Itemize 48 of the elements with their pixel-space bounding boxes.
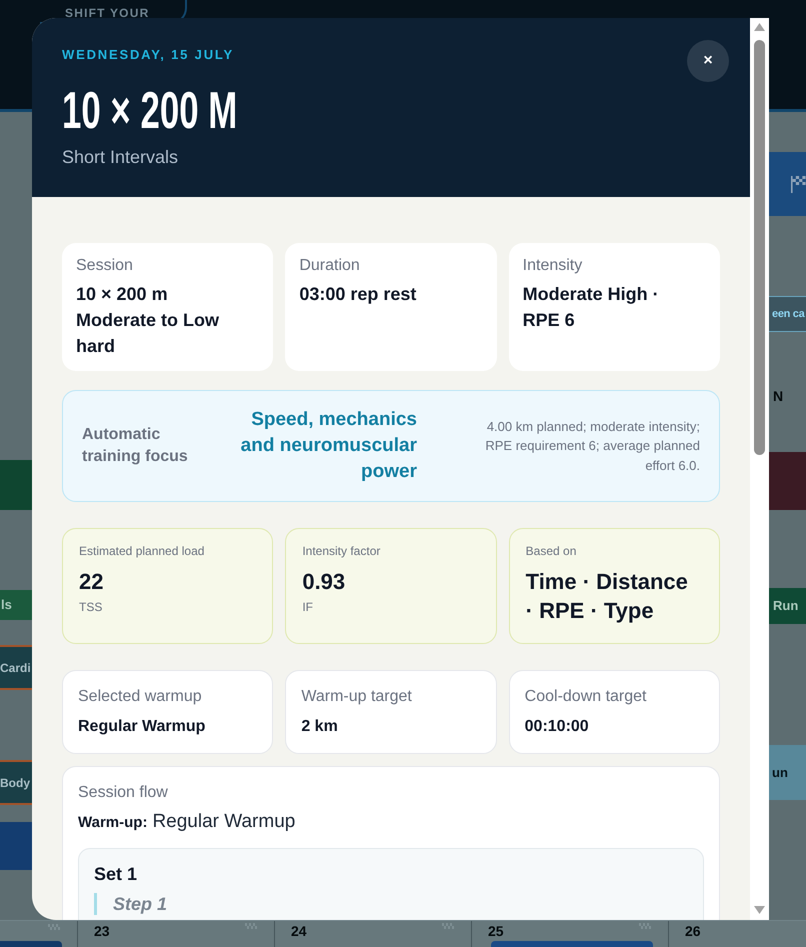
- section-label: Session flow: [78, 783, 168, 803]
- set-title: Set 1: [94, 863, 138, 886]
- calendar-entry: Cardi: [0, 645, 32, 690]
- focus-title: Speed, mechanics and neuromuscular power: [240, 408, 417, 484]
- workout-subtitle: Short Intervals: [62, 146, 178, 169]
- card-value: 0.93: [302, 568, 346, 596]
- card-unit: TSS: [79, 599, 102, 615]
- card-value: Time · Distance · RPE · Type: [526, 568, 689, 625]
- card-label: Based on: [526, 543, 576, 559]
- day-number: 26: [685, 923, 701, 939]
- card-value: 2 km: [301, 717, 338, 737]
- calendar-entry: [0, 941, 62, 947]
- calendar-entry: Body: [0, 760, 32, 805]
- card-label: Session: [76, 256, 133, 276]
- calendar-label: N: [773, 387, 784, 406]
- card-value: Moderate High · RPE 6: [522, 283, 660, 332]
- card-value: 03:00 rep rest: [299, 283, 416, 306]
- workout-title: 10 × 200 M: [62, 85, 238, 137]
- card-value: Regular Warmup: [78, 717, 206, 737]
- calendar-entry: Run: [769, 588, 806, 624]
- flow-label: Warm-up:: [78, 813, 148, 833]
- day-number: 23: [94, 923, 110, 939]
- card-label: Intensity: [522, 256, 582, 276]
- card-value: 22: [79, 568, 104, 596]
- focus-label: Automatic training focus: [82, 425, 189, 467]
- flow-value: Regular Warmup: [152, 811, 296, 833]
- close-button[interactable]: ×: [687, 40, 729, 82]
- card-value: 10 × 200 m Moderate to Low hard: [76, 283, 220, 358]
- card-label: Warm-up target: [301, 687, 412, 707]
- day-number: 25: [488, 923, 504, 939]
- workout-date: WEDNESDAY, 15 JULY: [62, 46, 234, 64]
- card-label: Cool-down target: [524, 687, 646, 707]
- scrollbar[interactable]: [750, 18, 769, 920]
- card-label: Intensity factor: [302, 543, 380, 559]
- scroll-up-icon[interactable]: [754, 23, 765, 31]
- card-unit: IF: [302, 599, 313, 615]
- card-label: Estimated planned load: [79, 543, 204, 559]
- calendar-entry: ls: [0, 590, 32, 620]
- scrollbar-thumb[interactable]: [754, 40, 765, 455]
- calendar-entry: een ca: [769, 296, 806, 332]
- day-number: 24: [291, 923, 307, 939]
- calendar-entry: un: [769, 745, 806, 800]
- card-value: 00:10:00: [524, 717, 589, 737]
- card-label: Duration: [299, 256, 360, 276]
- step-title: Step 1: [94, 893, 168, 915]
- card-label: Selected warmup: [78, 687, 202, 707]
- focus-details: 4.00 km planned; moderate intensity; RPE requirement 6; average planned effort 6.0.: [484, 418, 700, 475]
- scroll-down-icon[interactable]: [754, 906, 765, 914]
